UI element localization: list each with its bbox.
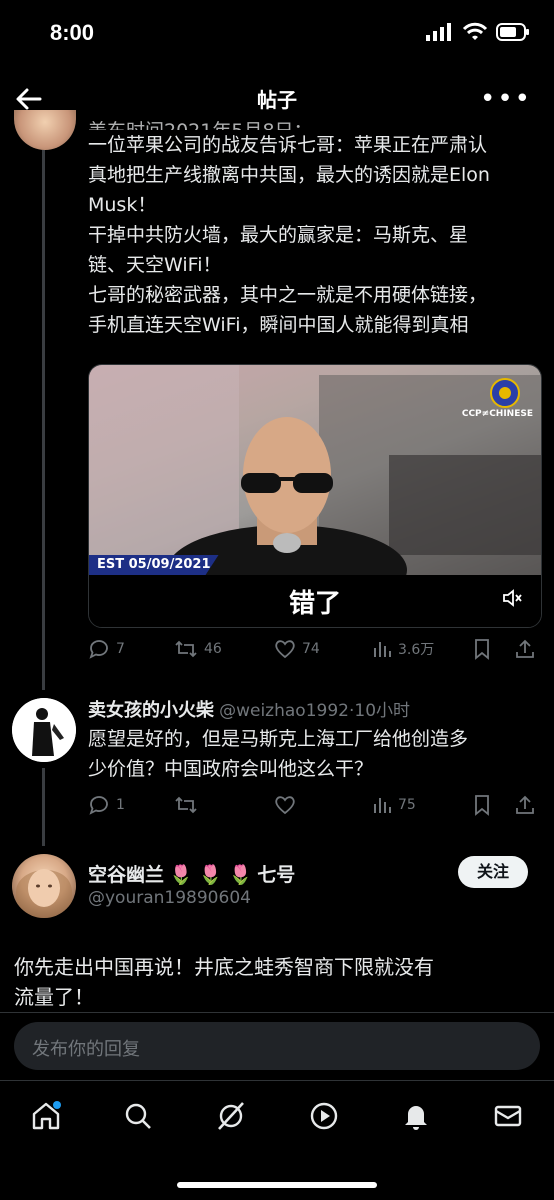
retweet-icon	[175, 796, 197, 814]
divider	[0, 1080, 554, 1081]
post-line: Musk！	[88, 194, 157, 216]
bookmark-icon[interactable]	[472, 794, 492, 816]
avatar[interactable]	[12, 698, 76, 762]
more-options-icon[interactable]: •••	[480, 84, 532, 114]
video-caption: 错了	[288, 589, 341, 619]
like-button[interactable]: 74	[274, 639, 372, 659]
reply-button[interactable]: 1	[88, 794, 174, 816]
post-line: 干掉中共防火墙，最大的赢家是：马斯克、星	[88, 224, 469, 246]
divider	[0, 1012, 554, 1013]
grok-icon[interactable]	[214, 1099, 248, 1133]
battery-icon	[496, 23, 529, 41]
author-handle[interactable]: @youran19890604	[88, 888, 251, 908]
mail-icon[interactable]	[492, 1100, 524, 1132]
reply-line: 愿望是好的，但是马斯克上海工厂给他创造多	[88, 728, 469, 750]
post-line: 真地把生产线撤离中共国，最大的诱因就是Elon	[88, 164, 490, 186]
tweet-line: 流量了！	[14, 985, 94, 1009]
avatar-silhouette	[12, 698, 76, 762]
avatar[interactable]	[12, 854, 76, 918]
video-thumbnail[interactable]: EST 05/09/2021 CCP≠CHINESE	[89, 365, 541, 575]
video-scene-illustration	[89, 365, 541, 575]
post-actions: 7 46 74 3.6万	[88, 636, 540, 662]
reply-input-placeholder: 发布你的回复	[32, 1039, 140, 1060]
views-icon	[374, 798, 391, 813]
avatar[interactable]	[14, 110, 76, 150]
follow-button[interactable]: 关注	[458, 856, 528, 888]
reply-author-name[interactable]: 卖女孩的小火柴	[88, 700, 214, 721]
main-tweet-text: 你先走出中国再说！井底之蛙秀智商下限就没有 流量了！	[14, 952, 539, 1012]
home-indicator	[177, 1182, 377, 1188]
retweet-button[interactable]	[174, 794, 274, 816]
views-icon	[374, 642, 391, 657]
page-title: 帖子	[257, 88, 297, 112]
views-button[interactable]: 75	[372, 795, 472, 815]
comment-icon	[89, 796, 108, 815]
tulip-emoji: 🌷 🌷 🌷	[169, 864, 253, 886]
views-count: 3.6万	[398, 642, 435, 658]
wifi-icon	[462, 22, 488, 40]
video-player[interactable]: EST 05/09/2021 CCP≠CHINESE 错了	[88, 364, 542, 628]
author-name-row[interactable]: 空谷幽兰 🌷 🌷 🌷 七号	[88, 860, 295, 887]
reply-time: ·10小时	[348, 701, 411, 721]
post-line: 手机直连天空WiFi，瞬间中国人就能得到真相	[88, 314, 469, 336]
play-icon[interactable]	[308, 1100, 340, 1132]
share-icon[interactable]	[514, 794, 536, 816]
bookmark-icon[interactable]	[472, 638, 492, 660]
tweet-line: 你先走出中国再说！井底之蛙秀智商下限就没有	[14, 955, 434, 979]
post-line: 链、天空WiFi！	[88, 254, 222, 276]
post-line: 美东时间2021年5月8日：	[88, 116, 538, 130]
signal-icon	[426, 23, 451, 41]
bell-icon[interactable]	[400, 1100, 432, 1132]
mute-icon[interactable]	[501, 587, 523, 609]
thread-line	[42, 768, 45, 846]
heart-icon	[275, 796, 295, 815]
avatar-child-photo	[15, 869, 73, 918]
post-line: 七哥的秘密武器，其中之一就是不用硬体链接，	[88, 284, 488, 306]
reply-header: 卖女孩的小火柴 @weizhao1992·10小时	[88, 696, 410, 722]
reply-actions: 1 75	[88, 792, 540, 818]
bottom-tab-bar	[0, 1086, 554, 1146]
home-icon[interactable]	[30, 1100, 62, 1132]
reply-line: 少价值？中国政府会叫他这么干？	[88, 758, 374, 780]
like-count: 74	[302, 641, 320, 657]
comment-icon	[89, 640, 108, 659]
post-text: 美东时间2021年5月8日： 一位苹果公司的战友告诉七哥：苹果正在严肃认 真地把…	[88, 116, 538, 340]
share-icon[interactable]	[514, 638, 536, 660]
reply-count: 7	[116, 641, 125, 657]
logo-text: CCP≠CHINESE	[461, 409, 533, 419]
reply-author-handle[interactable]: @weizhao1992	[219, 701, 349, 721]
search-icon[interactable]	[122, 1100, 154, 1132]
date-tag: EST 05/09/2021	[89, 555, 219, 575]
thread-line	[42, 150, 45, 690]
reply-text: 愿望是好的，但是马斯克上海工厂给他创造多 少价值？中国政府会叫他这么干？	[88, 724, 538, 784]
author-name-suffix: 七号	[257, 864, 296, 886]
reply-count: 1	[116, 797, 125, 813]
retweet-icon	[175, 640, 197, 658]
like-button[interactable]	[274, 795, 372, 815]
reply-button[interactable]: 7	[88, 638, 174, 660]
retweet-count: 46	[204, 641, 222, 657]
retweet-button[interactable]: 46	[174, 638, 274, 660]
heart-icon	[275, 640, 295, 659]
status-time: 8:00	[50, 20, 95, 45]
views-button[interactable]: 3.6万	[372, 639, 472, 659]
status-icons	[426, 22, 530, 42]
post-line: 一位苹果公司的战友告诉七哥：苹果正在严肃认	[88, 134, 488, 156]
author-name: 空谷幽兰	[88, 864, 165, 886]
views-count: 75	[398, 797, 416, 813]
